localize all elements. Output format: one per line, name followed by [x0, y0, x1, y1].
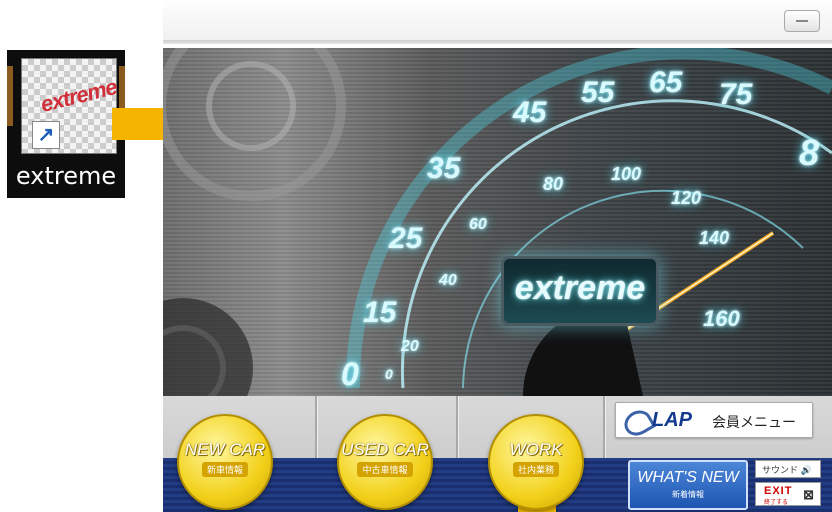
gauge-number: 75 — [719, 78, 753, 111]
brand-text: extreme — [514, 269, 646, 307]
exit-button[interactable]: EXIT 終了する ⊠ — [755, 482, 821, 506]
new-car-title: NEW CAR — [184, 440, 266, 459]
exit-subtitle: 終了する — [764, 500, 789, 506]
gauge-number: 60 — [469, 216, 487, 233]
panel-divider — [315, 396, 318, 460]
gauge-number: 65 — [649, 66, 683, 99]
shortcut-arrow-icon: ↗ — [32, 121, 60, 149]
panel-divider — [603, 396, 606, 460]
panel-divider — [456, 396, 459, 460]
sound-button[interactable]: サウンド 🔊 — [755, 460, 821, 478]
sound-label: サウンド — [762, 465, 799, 475]
member-menu-label: 会員メニュー — [712, 414, 796, 430]
new-car-subtitle: 新車情報 — [201, 462, 248, 477]
gauge-number: 8 — [799, 132, 820, 173]
work-button[interactable]: WORK 社内業務 — [488, 414, 584, 510]
bottom-nav-panel: NEW CAR 新車情報 USED CAR 中古車情報 WORK 社内業務 LA… — [163, 396, 832, 512]
extreme-logo-badge: extreme — [501, 256, 659, 326]
gauge-number: 160 — [703, 306, 740, 331]
gauge-number: 120 — [671, 188, 702, 208]
gauge-number: 0 — [341, 356, 359, 392]
used-car-title: USED CAR — [341, 440, 429, 459]
whats-new-subtitle: 新着情報 — [672, 490, 704, 499]
used-car-button[interactable]: USED CAR 中古車情報 — [337, 414, 433, 510]
gauge-number: 100 — [611, 164, 642, 184]
close-icon: ⊠ — [803, 487, 814, 502]
app-window: extreme 0 15 25 35 45 55 65 75 8 0 20 40… — [163, 0, 832, 512]
member-menu-button[interactable]: LAP 会員メニュー — [615, 402, 813, 441]
gauge-number: 20 — [401, 338, 419, 355]
used-car-subtitle: 中古車情報 — [357, 462, 413, 477]
gauge-number: 55 — [581, 76, 615, 109]
gauge-number: 80 — [543, 174, 564, 194]
hero-banner: extreme 0 15 25 35 45 55 65 75 8 0 20 40… — [163, 48, 832, 396]
gauge-number: 140 — [699, 228, 730, 248]
work-title: WORK — [509, 440, 563, 459]
app-icon-logo: extreme — [38, 74, 120, 118]
app-icon: extreme ↗ — [21, 58, 120, 154]
new-car-button[interactable]: NEW CAR 新車情報 — [177, 414, 273, 510]
gauge-number: 15 — [363, 296, 397, 329]
app-titlebar — [163, 0, 832, 44]
gauge-number: 40 — [439, 272, 457, 289]
exit-label: EXIT — [764, 485, 793, 497]
minimize-button[interactable] — [784, 10, 820, 32]
gauge-number: 25 — [389, 222, 423, 255]
desktop-wallpaper-edge — [7, 66, 13, 126]
desktop-shortcut-extreme[interactable]: extreme ↗ extreme — [7, 50, 125, 198]
lap-logo: LAP — [652, 409, 692, 431]
shortcut-label: extreme — [15, 162, 117, 190]
whats-new-button[interactable]: WHAT'S NEW 新着情報 — [628, 460, 748, 510]
gauge-number: 0 — [385, 366, 393, 382]
lap-logo-icon — [619, 405, 657, 441]
gauge-number: 45 — [513, 96, 547, 129]
minimize-icon — [796, 20, 808, 22]
gauge-number: 35 — [427, 152, 461, 185]
whats-new-title: WHAT'S NEW — [637, 469, 739, 486]
work-subtitle: 社内業務 — [512, 462, 559, 477]
speaker-icon: 🔊 — [800, 465, 812, 475]
